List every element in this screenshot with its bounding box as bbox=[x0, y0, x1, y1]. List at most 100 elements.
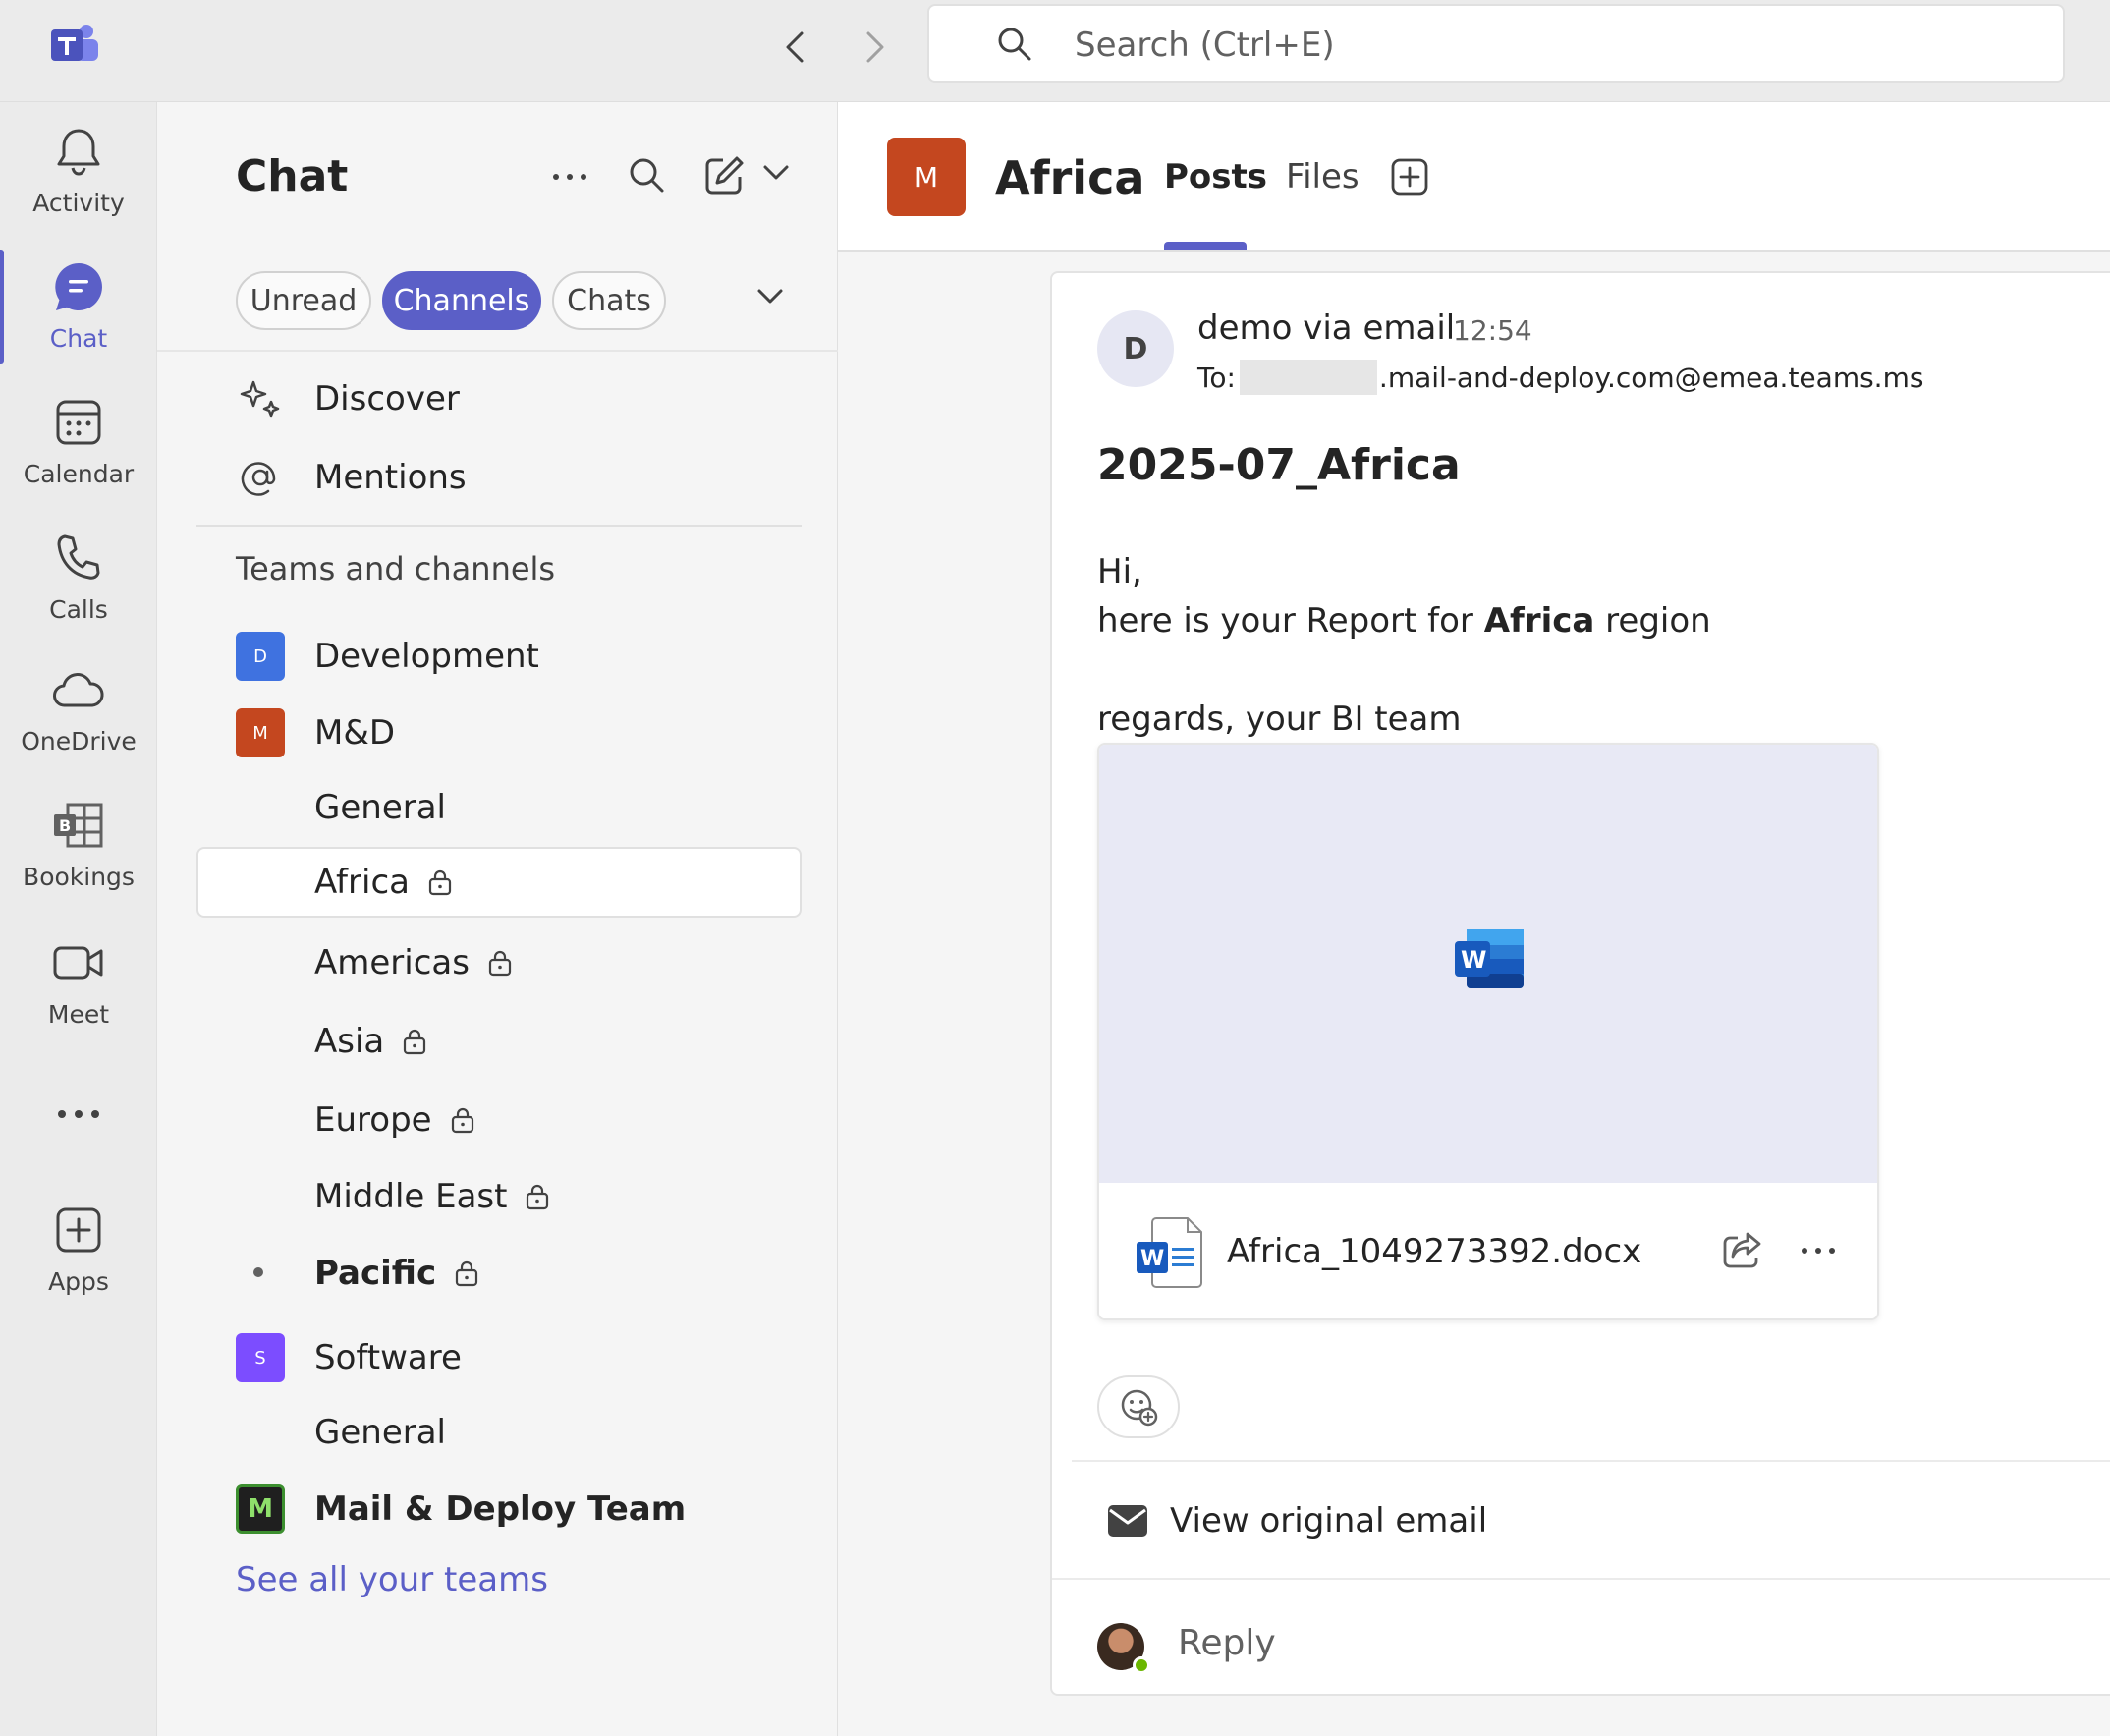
section-header-teams: Teams and channels bbox=[236, 550, 556, 588]
divider bbox=[1052, 1578, 2110, 1580]
channel-africa[interactable]: Africa bbox=[196, 847, 802, 918]
team-avatar: S bbox=[236, 1333, 285, 1382]
presence-available-icon bbox=[1133, 1656, 1150, 1674]
emoji-add-icon bbox=[1119, 1387, 1158, 1427]
divider bbox=[1072, 1460, 2110, 1462]
body-message: here is your Report for Africa region bbox=[1097, 601, 1711, 641]
conversation-area: D demo via email 12:54 To: .mail-and-dep… bbox=[838, 252, 2110, 1736]
tab-files[interactable]: Files bbox=[1286, 157, 1360, 196]
phone-icon bbox=[55, 529, 102, 588]
redacted-block bbox=[1239, 360, 1377, 395]
channel-avatar: M bbox=[887, 138, 966, 216]
title-bar: Search (Ctrl+E) bbox=[0, 0, 2110, 102]
add-tab-icon[interactable] bbox=[1390, 157, 1429, 196]
team-software[interactable]: S Software bbox=[196, 1322, 802, 1393]
channel-title: Africa bbox=[995, 151, 1145, 204]
channel-md-general[interactable]: General bbox=[196, 772, 802, 843]
share-icon[interactable] bbox=[1722, 1230, 1763, 1269]
teams-logo-icon bbox=[47, 22, 102, 69]
lock-icon bbox=[402, 1028, 427, 1055]
channel-middle-east[interactable]: Middle East bbox=[196, 1161, 802, 1232]
team-mail-and-deploy[interactable]: M Mail & Deploy Team bbox=[196, 1474, 802, 1544]
sender-name[interactable]: demo via email bbox=[1197, 308, 1455, 348]
bookings-icon: B bbox=[52, 796, 105, 855]
rail-item-bookings[interactable]: B Bookings bbox=[0, 796, 157, 914]
at-icon bbox=[240, 457, 281, 498]
chat-list-pane: Chat Channels Unread Chats Discover Ment… bbox=[157, 102, 838, 1736]
search-icon bbox=[996, 26, 1033, 63]
channel-pacific[interactable]: Pacific bbox=[196, 1238, 802, 1309]
active-tab-indicator bbox=[1164, 242, 1247, 250]
filter-channels[interactable]: Channels bbox=[382, 271, 541, 330]
quick-link-discover[interactable]: Discover bbox=[196, 364, 802, 434]
rail-item-calendar[interactable]: Calendar bbox=[0, 393, 157, 511]
lock-icon bbox=[525, 1183, 550, 1210]
rail-item-chat[interactable]: Chat bbox=[0, 257, 157, 375]
lock-icon bbox=[487, 949, 513, 977]
recipient-address: .mail-and-deploy.com@emea.teams.ms bbox=[1378, 361, 1924, 394]
lock-icon bbox=[454, 1260, 479, 1287]
video-icon bbox=[52, 933, 105, 992]
word-icon: W bbox=[1453, 927, 1526, 990]
file-footer: W Africa_1049273392.docx bbox=[1099, 1183, 1877, 1318]
channel-asia[interactable]: Asia bbox=[196, 1006, 802, 1077]
team-avatar: M bbox=[236, 708, 285, 757]
more-horizontal-icon bbox=[57, 1085, 100, 1144]
post-timestamp: 12:54 bbox=[1453, 314, 1532, 347]
rail-item-apps[interactable]: Apps bbox=[0, 1201, 157, 1318]
team-avatar: M bbox=[236, 1484, 285, 1534]
team-m-and-d[interactable]: M M&D bbox=[196, 698, 802, 768]
more-options-icon[interactable] bbox=[1799, 1236, 1838, 1265]
rail-more-apps[interactable] bbox=[0, 1085, 157, 1144]
lock-icon bbox=[450, 1106, 475, 1134]
rail-item-calls[interactable]: Calls bbox=[0, 529, 157, 646]
file-preview[interactable]: W bbox=[1099, 745, 1877, 1183]
rail-item-activity[interactable]: Activity bbox=[0, 122, 157, 240]
divider bbox=[196, 525, 802, 527]
filter-unread[interactable]: Unread bbox=[236, 271, 371, 330]
body-greeting: Hi, bbox=[1097, 552, 1142, 591]
svg-text:W: W bbox=[1461, 946, 1486, 974]
team-avatar: D bbox=[236, 632, 285, 681]
chevron-down-icon[interactable] bbox=[762, 163, 790, 183]
view-original-email-button[interactable]: View original email bbox=[1107, 1501, 1487, 1540]
avatar: D bbox=[1097, 310, 1174, 387]
reply-button[interactable]: Reply bbox=[1178, 1623, 1276, 1663]
search-input[interactable]: Search (Ctrl+E) bbox=[927, 4, 2065, 83]
channel-software-general[interactable]: General bbox=[196, 1397, 802, 1468]
bell-icon bbox=[55, 122, 102, 181]
more-options-icon[interactable] bbox=[550, 157, 589, 196]
divider bbox=[157, 350, 838, 352]
forward-arrow-icon[interactable] bbox=[851, 24, 898, 71]
body-signoff: regards, your BI team bbox=[1097, 700, 1462, 739]
see-all-teams-link[interactable]: See all your teams bbox=[236, 1560, 548, 1599]
chevron-down-icon[interactable] bbox=[756, 287, 784, 307]
rail-item-onedrive[interactable]: OneDrive bbox=[0, 660, 157, 778]
post-subject: 2025-07_Africa bbox=[1097, 440, 1461, 490]
channel-europe[interactable]: Europe bbox=[196, 1085, 802, 1155]
chat-icon bbox=[52, 257, 105, 316]
calendar-icon bbox=[54, 393, 103, 452]
filter-chats[interactable]: Chats bbox=[552, 271, 666, 330]
rail-item-meet[interactable]: Meet bbox=[0, 933, 157, 1051]
add-reaction-button[interactable] bbox=[1097, 1375, 1180, 1438]
file-attachment-card[interactable]: W W Africa_1049273392.docx bbox=[1097, 743, 1879, 1320]
svg-text:B: B bbox=[59, 816, 71, 835]
back-arrow-icon[interactable] bbox=[772, 24, 819, 71]
channel-header: M Africa Posts Files bbox=[838, 102, 2110, 252]
mail-icon bbox=[1107, 1504, 1148, 1538]
sparkle-icon bbox=[240, 378, 281, 420]
search-placeholder: Search (Ctrl+E) bbox=[1075, 26, 1335, 65]
channel-americas[interactable]: Americas bbox=[196, 927, 802, 998]
tab-posts[interactable]: Posts bbox=[1164, 157, 1267, 196]
pane-title: Chat bbox=[236, 151, 349, 201]
quick-link-mentions[interactable]: Mentions bbox=[196, 442, 802, 513]
search-icon[interactable] bbox=[627, 155, 666, 195]
apps-add-icon bbox=[54, 1201, 103, 1260]
new-chat-compose-icon[interactable] bbox=[703, 155, 745, 196]
file-name[interactable]: Africa_1049273392.docx bbox=[1227, 1232, 1641, 1271]
team-development[interactable]: D Development bbox=[196, 621, 802, 692]
lock-icon bbox=[427, 868, 453, 896]
svg-text:W: W bbox=[1140, 1247, 1164, 1271]
word-file-icon: W bbox=[1135, 1214, 1205, 1289]
